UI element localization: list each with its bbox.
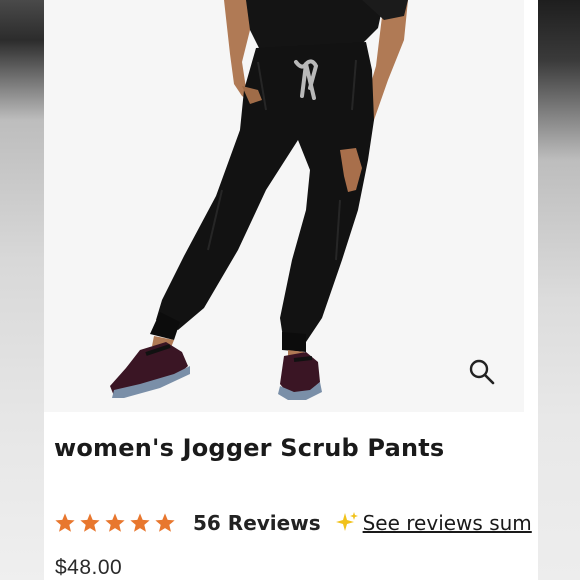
zoom-button[interactable] (468, 358, 496, 386)
review-count[interactable]: 56 Reviews (193, 511, 321, 535)
product-title: women's Jogger Scrub Pants (54, 434, 445, 462)
product-image[interactable] (44, 0, 524, 412)
star-icon (80, 513, 100, 532)
sparkle-icon (335, 512, 358, 531)
product-price: $48.00 (55, 556, 123, 579)
star-icon (130, 513, 150, 532)
rating-row: 56 Reviews See reviews sum (54, 508, 532, 538)
product-card: women's Jogger Scrub Pants 56 Reviews Se… (44, 0, 538, 580)
product-photo (110, 0, 408, 400)
see-reviews-summary-link[interactable]: See reviews sum (363, 511, 532, 535)
backdrop-right (538, 0, 580, 580)
star-rating[interactable] (54, 512, 179, 534)
magnifier-icon (469, 359, 495, 385)
star-icon (105, 513, 125, 532)
star-icon (55, 513, 75, 532)
backdrop-left (0, 0, 44, 580)
star-icon (155, 513, 175, 532)
